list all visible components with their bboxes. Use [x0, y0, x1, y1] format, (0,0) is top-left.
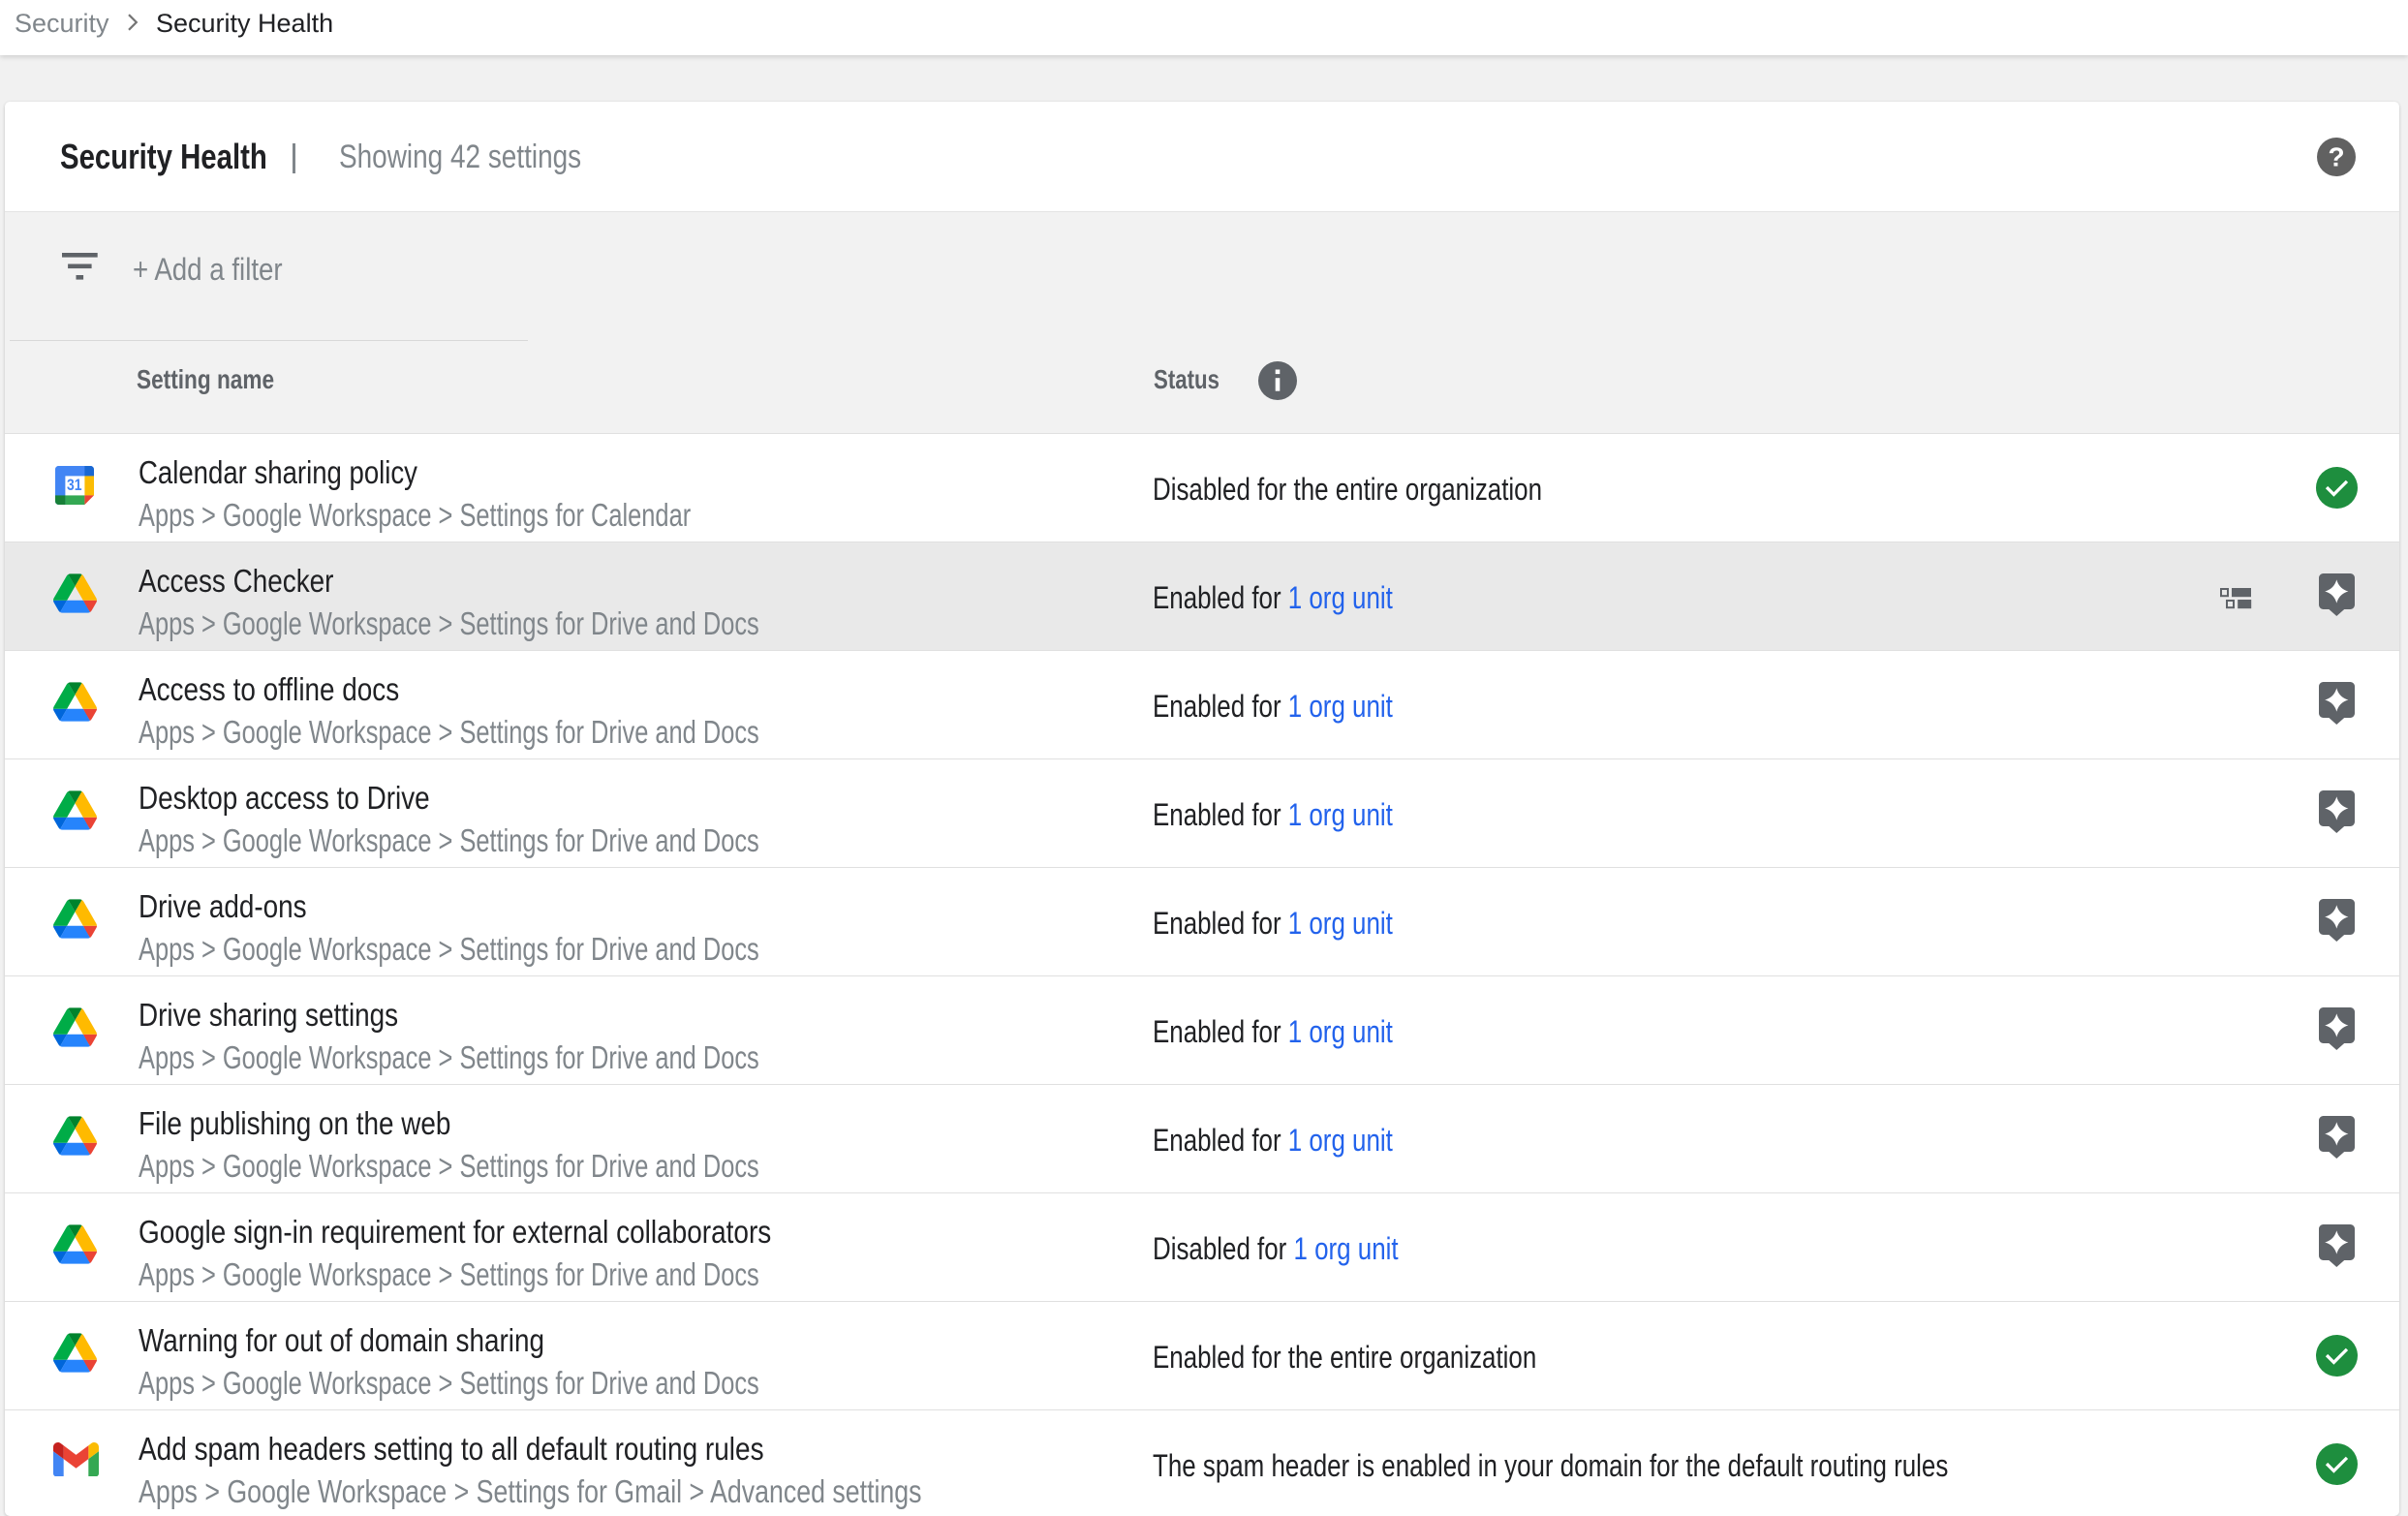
svg-text:?: ? — [2328, 142, 2344, 172]
